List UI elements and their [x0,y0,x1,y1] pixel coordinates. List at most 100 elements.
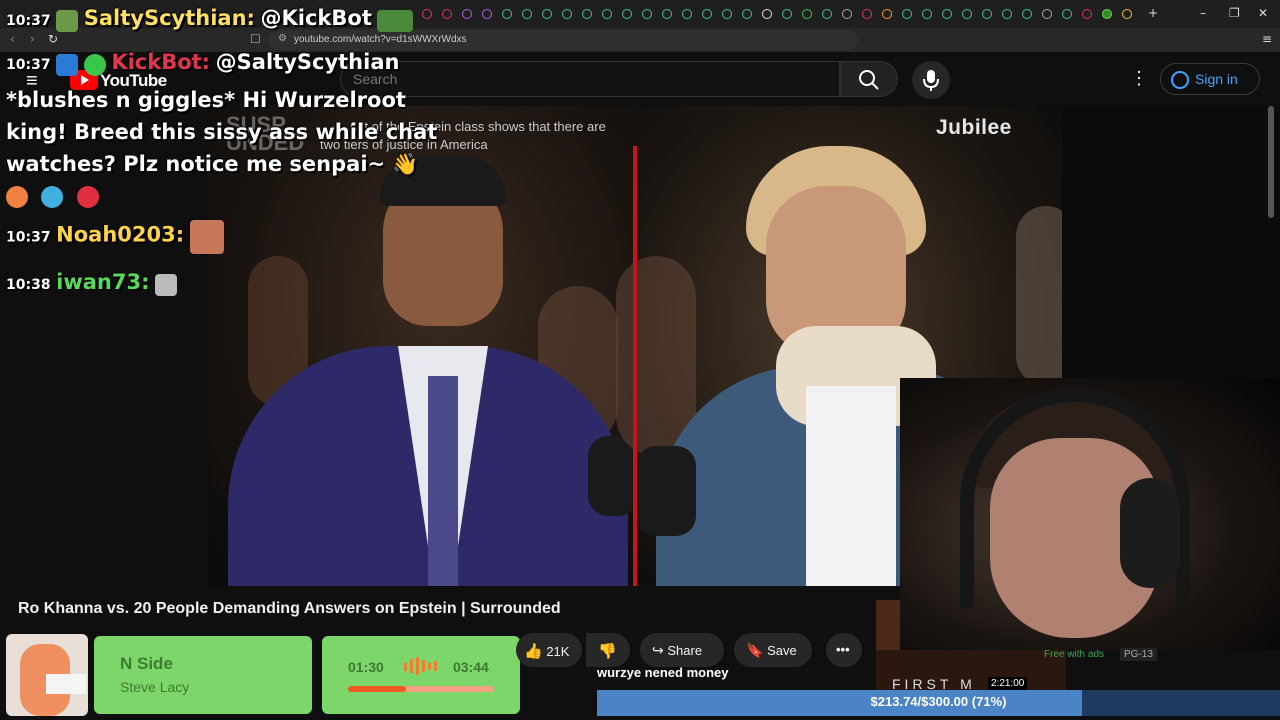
sign-in-label: Sign in [1195,71,1238,87]
emote-icon [56,9,79,32]
free-with-ads-label: Free with ads [1044,649,1105,660]
scrollbar-thumb[interactable] [1268,106,1274,218]
tab-icon[interactable] [722,9,732,19]
tab-icon[interactable] [602,9,612,19]
tab-icon[interactable] [1062,9,1072,19]
bookmark-save-icon: 🔖 [746,642,764,658]
red-divider [633,146,637,586]
tab-icon[interactable] [442,9,452,19]
tab-icon[interactable] [862,9,872,19]
microphone-left [588,436,638,516]
hands-emote-icon [155,273,178,296]
new-tab-icon[interactable]: + [1148,6,1158,20]
tab-icon[interactable] [482,9,492,19]
tab-icon[interactable] [422,9,432,19]
chat-message: 10:37 KickBot: @SaltyScythian [6,50,400,76]
tab-icon[interactable] [702,9,712,19]
microphone-right [636,446,696,536]
tab-icon[interactable] [882,9,892,19]
song-title: N Side [120,654,173,673]
tab-icon[interactable] [922,9,932,19]
share-icon: ↪ [652,642,664,658]
song-progress-card: 01:30 03:44 [322,636,520,714]
thumbs-down-icon: 👎 [598,643,617,660]
peach-emoji-icon [6,186,28,208]
hot-face-emoji-icon [76,186,99,208]
chat-text: @SaltyScythian [215,50,400,74]
tab-icon[interactable] [982,9,992,19]
tab-icon[interactable] [562,9,572,19]
tab-icon[interactable] [782,9,792,19]
search-icon [859,70,879,90]
tab-icon[interactable] [1002,9,1012,19]
more-actions-button[interactable]: ••• [826,633,862,667]
tab-icon[interactable] [742,9,752,19]
tab-icon[interactable] [682,9,692,19]
song-progress-track [348,686,494,692]
tab-icon[interactable] [902,9,912,19]
tab-icon[interactable] [762,9,772,19]
song-progress-fill [348,686,407,692]
chat-message: 10:37 Noah0203: [6,220,224,254]
rating-badge: PG-13 [1120,648,1157,661]
tab-icon[interactable] [802,9,812,19]
tab-icon[interactable] [1082,9,1092,19]
tab-icon[interactable] [662,9,672,19]
droplets-emoji-icon [41,186,64,208]
chat-username: KickBot: [111,50,211,74]
menu-icon[interactable]: ≡ [1262,32,1272,46]
song-total: 03:44 [453,659,489,675]
tab-icon[interactable] [962,9,972,19]
album-art [6,634,88,716]
bookmark-icon[interactable]: ☐ [250,32,261,46]
verified-badge-icon [83,53,106,76]
account-icon [1171,71,1189,90]
like-button[interactable]: 👍 21K [516,633,582,667]
forward-icon[interactable]: › [30,32,35,46]
video-title: Ro Khanna vs. 20 People Demanding Answer… [18,600,561,617]
maximize-icon[interactable]: ❐ [1229,6,1240,20]
tab-icon[interactable] [522,9,532,19]
share-button[interactable]: ↪ Share [640,633,724,667]
reload-icon[interactable]: ↻ [48,32,58,46]
moderator-badge-icon [56,53,79,76]
share-label: Share [667,643,703,658]
save-button[interactable]: 🔖 Save [734,633,812,667]
site-info-icon[interactable]: ⚙ [278,33,287,44]
jubilee-watermark: Jubilee [936,116,1012,139]
close-icon[interactable]: ✕ [1258,6,1268,20]
chat-message: 10:38 iwan73: [6,270,178,296]
streamer-webcam [900,378,1280,650]
chat-username: Noah0203: [56,222,185,247]
equalizer-icon [402,657,442,675]
tab-icon[interactable] [542,9,552,19]
face-emote-icon [189,220,224,254]
back-icon[interactable]: ‹ [10,32,15,46]
tab-icon[interactable] [942,9,952,19]
duration-badge: 2:21:00 [988,677,1028,690]
voice-search-button[interactable] [912,61,950,99]
tab-icon[interactable] [642,9,652,19]
tab-icon[interactable] [1122,9,1132,19]
donation-goal-label: $213.74/$300.00 (71%) [870,694,1007,709]
save-label: Save [767,643,797,658]
tab-icon[interactable] [1042,9,1052,19]
search-button[interactable] [840,61,898,97]
dislike-button[interactable]: 👎 [586,633,630,667]
tab-icon[interactable] [822,9,832,19]
sign-in-button[interactable]: Sign in [1160,63,1260,95]
more-options-icon[interactable]: ⋮ [1130,68,1148,89]
streamer-overlay-text: wurzye nened money [597,665,729,680]
minimize-icon[interactable]: – [1200,6,1206,20]
sidebar-background [1062,106,1280,378]
tab-icon[interactable] [502,9,512,19]
chat-message: 10:37 SaltyScythian: @KickBot [6,6,414,32]
tab-icon[interactable] [582,9,592,19]
active-tab-icon[interactable] [1102,9,1112,19]
url-field[interactable]: youtube.com/watch?v=d1sWWXrWdxs [268,30,858,50]
tab-icon[interactable] [622,9,632,19]
tab-icon[interactable] [462,9,472,19]
tab-icon[interactable] [1022,9,1032,19]
chat-text: @KickBot [260,6,372,30]
tab-icon[interactable] [842,9,852,19]
